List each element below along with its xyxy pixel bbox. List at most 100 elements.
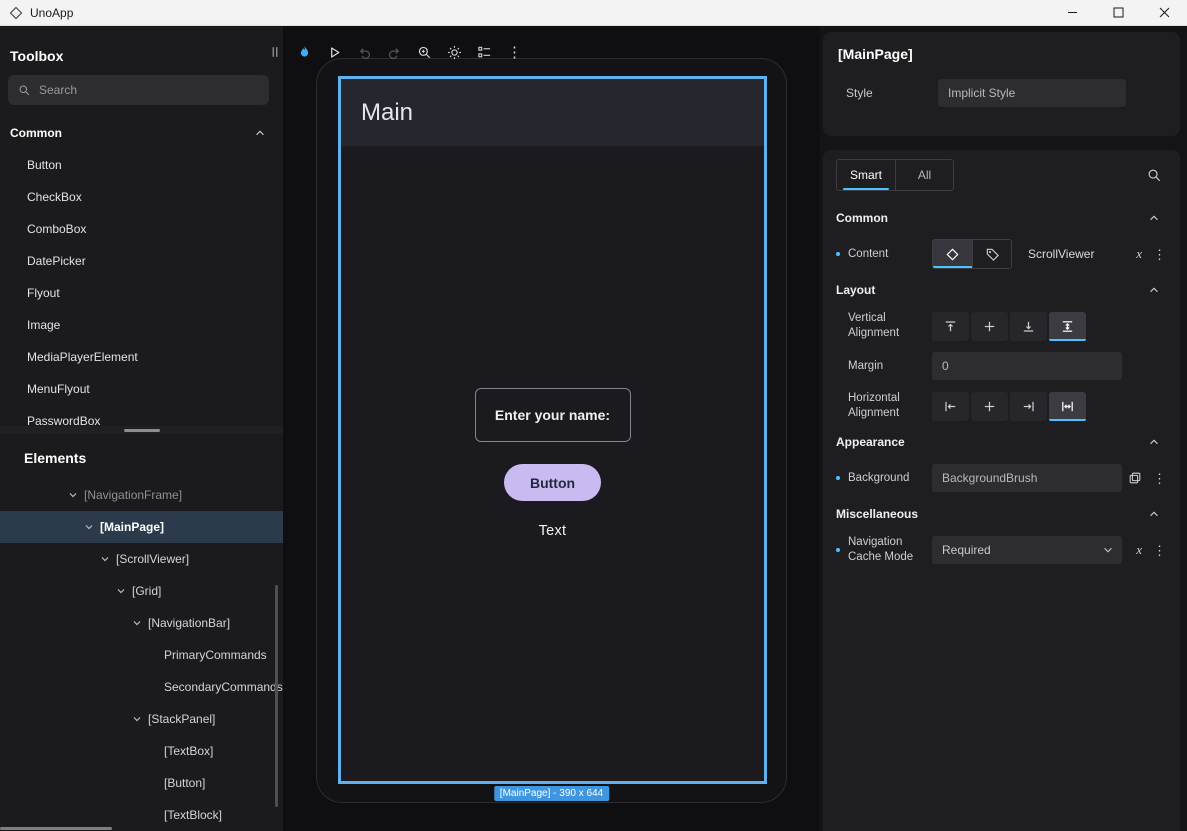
align-vertical-stretch-icon[interactable] <box>1049 312 1086 341</box>
tree-item-grid[interactable]: [Grid] <box>0 575 283 607</box>
more-icon[interactable]: ⋮ <box>1153 544 1166 557</box>
align-left-icon[interactable] <box>932 392 969 421</box>
tree-item-button[interactable]: [Button] <box>0 767 283 799</box>
tree-item-scrollviewer[interactable]: [ScrollViewer] <box>0 543 283 575</box>
toolbox-item-button[interactable]: Button <box>0 149 283 181</box>
chevron-down-icon[interactable] <box>132 714 148 724</box>
background-input[interactable] <box>932 464 1122 492</box>
close-button[interactable] <box>1141 0 1187 25</box>
toolbox-item-datepicker[interactable]: DatePicker <box>0 245 283 277</box>
page-size-badge: [MainPage] - 390 x 644 <box>494 786 609 801</box>
chevron-down-icon[interactable] <box>68 490 84 500</box>
guidelines-icon[interactable] <box>473 39 496 65</box>
chevron-up-icon[interactable] <box>1148 284 1160 296</box>
more-options-button[interactable]: ⋮ <box>503 39 526 65</box>
inspect-element-icon[interactable] <box>413 39 436 65</box>
align-horizontal-stretch-icon[interactable] <box>1049 392 1086 421</box>
toolbox-item-combobox[interactable]: ComboBox <box>0 213 283 245</box>
chevron-up-icon[interactable] <box>1148 436 1160 448</box>
toolbox-item-image[interactable]: Image <box>0 309 283 341</box>
panel-splitter[interactable] <box>0 426 283 434</box>
style-input[interactable] <box>938 79 1126 107</box>
selected-element-title: [MainPage] <box>838 46 1165 62</box>
property-row-navigation-cache-mode: Navigation Cache Mode Required x ⋮ <box>836 530 1168 570</box>
property-row-margin: Margin <box>836 346 1168 386</box>
section-common[interactable]: Common <box>836 202 1168 234</box>
tree-item-label: [NavigationBar] <box>148 616 230 630</box>
tab-smart[interactable]: Smart <box>837 160 895 190</box>
play-button[interactable] <box>323 39 346 65</box>
modified-dot <box>836 548 840 552</box>
tree-item-primarycommands[interactable]: PrimaryCommands <box>0 639 283 671</box>
tree-item-mainpage[interactable]: [MainPage] <box>0 511 283 543</box>
toolbox-search[interactable] <box>8 75 269 105</box>
section-miscellaneous[interactable]: Miscellaneous <box>836 498 1168 530</box>
design-toolbar: ⋮ <box>263 39 526 65</box>
toolbox-item-menuflyout[interactable]: MenuFlyout <box>0 373 283 405</box>
tree-item-label: [TextBox] <box>164 744 213 758</box>
tree-item-textbox[interactable]: [TextBox] <box>0 735 283 767</box>
style-label: Style <box>838 86 938 100</box>
toolbox-item-checkbox[interactable]: CheckBox <box>0 181 283 213</box>
align-horizontal-center-icon[interactable] <box>971 392 1008 421</box>
tag-icon[interactable] <box>972 240 1011 268</box>
horizontal-scrollbar[interactable] <box>0 827 112 830</box>
content-label: Content <box>848 247 932 262</box>
modified-dot <box>836 252 840 256</box>
chevron-down-icon[interactable] <box>116 586 132 596</box>
tree-item-label: [Grid] <box>132 584 161 598</box>
tree-item-secondarycommands[interactable]: SecondaryCommands <box>0 671 283 703</box>
navigation-cache-mode-label: Navigation Cache Mode <box>848 535 932 565</box>
content-widget-icon[interactable] <box>933 240 972 268</box>
maximize-button[interactable] <box>1095 0 1141 25</box>
chevron-down-icon[interactable] <box>100 554 116 564</box>
canvas-button[interactable]: Button <box>504 464 601 501</box>
resource-picker-icon[interactable] <box>1128 471 1142 485</box>
property-row-background: Background ⋮ <box>836 458 1168 498</box>
hot-reload-flame-icon[interactable] <box>293 39 316 65</box>
align-top-icon[interactable] <box>932 312 969 341</box>
align-bottom-icon[interactable] <box>1010 312 1047 341</box>
redo-button[interactable] <box>383 39 406 65</box>
chevron-up-icon[interactable] <box>1148 508 1160 520</box>
more-icon[interactable]: ⋮ <box>1153 472 1166 485</box>
theme-toggle-icon[interactable] <box>443 39 466 65</box>
property-row-content: Content ScrollViewer x ⋮ <box>836 234 1168 274</box>
margin-input[interactable] <box>932 352 1122 380</box>
toolbox-item-passwordbox[interactable]: PasswordBox <box>0 405 283 426</box>
navigation-cache-mode-select[interactable]: Required <box>932 536 1122 564</box>
toolbox-search-input[interactable] <box>39 83 259 97</box>
toolbox-panel: Toolbox Common ButtonCheckBoxComboBoxDat… <box>0 26 283 426</box>
toolbox-item-flyout[interactable]: Flyout <box>0 277 283 309</box>
undo-button[interactable] <box>353 39 376 65</box>
tree-item-stackpanel[interactable]: [StackPanel] <box>0 703 283 735</box>
align-vertical-center-icon[interactable] <box>971 312 1008 341</box>
more-icon[interactable]: ⋮ <box>1153 248 1166 261</box>
chevron-down-icon[interactable] <box>84 522 100 532</box>
chevron-down-icon[interactable] <box>132 618 148 628</box>
vertical-scrollbar[interactable] <box>275 585 278 807</box>
tree-item-navigationbar[interactable]: [NavigationBar] <box>0 607 283 639</box>
toolbox-section-common[interactable]: Common <box>10 121 266 145</box>
minimize-button[interactable] <box>1049 0 1095 25</box>
section-layout[interactable]: Layout <box>836 274 1168 306</box>
section-appearance[interactable]: Appearance <box>836 426 1168 458</box>
tree-item-navigationframe[interactable]: [NavigationFrame] <box>0 479 283 511</box>
align-right-icon[interactable] <box>1010 392 1047 421</box>
search-icon <box>18 84 31 97</box>
canvas-textbox[interactable]: Enter your name: <box>475 388 631 442</box>
mainpage-preview[interactable]: Main Enter your name: Button Text <box>338 76 767 784</box>
advanced-icon[interactable]: x <box>1136 246 1142 262</box>
inspector-search-icon[interactable] <box>1147 168 1162 183</box>
advanced-icon[interactable]: x <box>1136 542 1142 558</box>
toolbar-drag-handle[interactable] <box>263 39 286 65</box>
page-body[interactable]: Enter your name: Button Text <box>341 146 764 781</box>
properties-panel: [MainPage] Style Smart All Common <box>820 26 1187 831</box>
chevron-up-icon[interactable] <box>1148 212 1160 224</box>
page-header[interactable]: Main <box>341 79 764 146</box>
horizontal-alignment-label: Horizontal Alignment <box>848 391 932 421</box>
toolbox-item-mediaplayerelement[interactable]: MediaPlayerElement <box>0 341 283 373</box>
chevron-up-icon[interactable] <box>254 127 266 139</box>
tab-all[interactable]: All <box>895 160 953 190</box>
titlebar: UnoApp <box>0 0 1187 26</box>
